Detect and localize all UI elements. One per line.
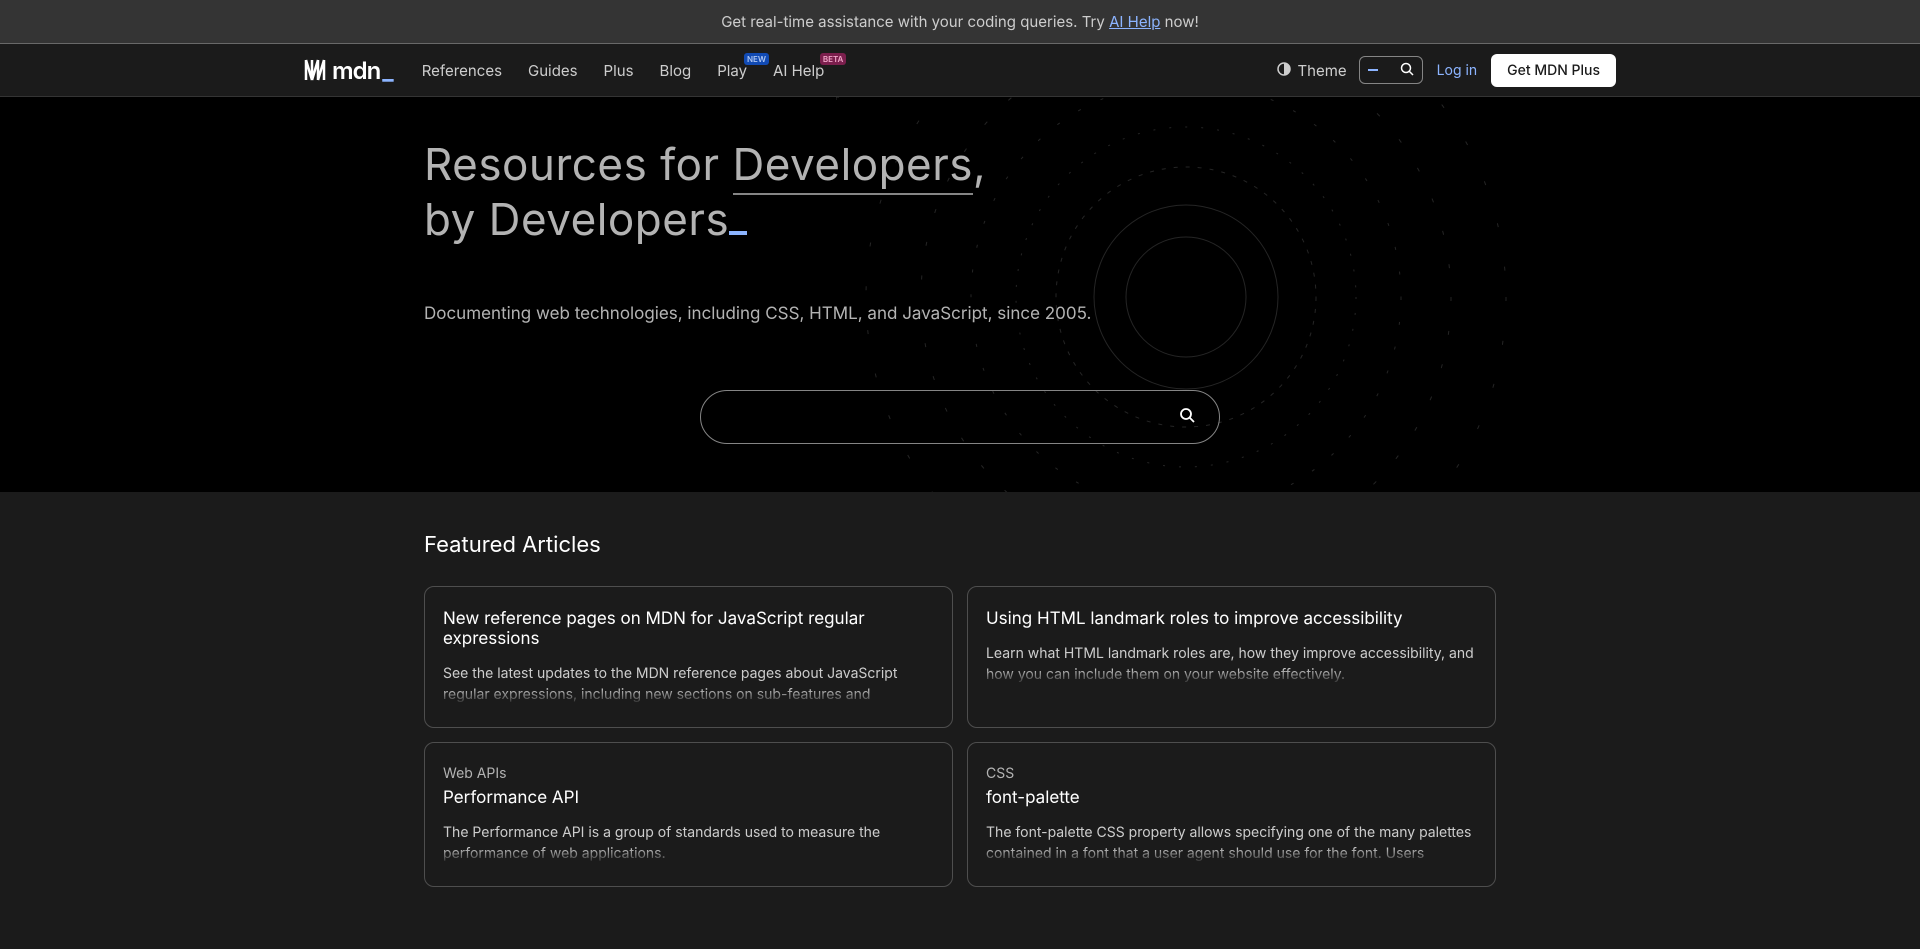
banner-suffix: now! (1160, 12, 1198, 31)
nav-item-play[interactable]: PlayNEW (717, 61, 747, 80)
article-cards-grid: New reference pages on MDN for JavaScrip… (424, 586, 1496, 887)
nav-item-guides[interactable]: Guides (528, 61, 578, 80)
nav-badge: BETA (820, 53, 847, 65)
article-title: Performance API (443, 788, 934, 808)
theme-toggle-button[interactable]: Theme (1277, 61, 1346, 80)
banner-prefix: Get real-time assistance with your codin… (721, 12, 1109, 31)
logo-cursor-icon: _ (382, 56, 393, 85)
article-title: font-palette (986, 788, 1477, 808)
theme-label: Theme (1297, 61, 1346, 80)
header-search-input[interactable] (1359, 56, 1423, 84)
mdn-logo-mark-icon (304, 58, 330, 82)
get-mdn-plus-button[interactable]: Get MDN Plus (1491, 54, 1616, 87)
nav-item-ai-help[interactable]: AI HelpBETA (773, 61, 824, 80)
hero-line1-b: Developers (733, 137, 974, 195)
article-description: Learn what HTML landmark roles are, how … (986, 643, 1477, 685)
hero-section: Resources for Developers, by Developers … (0, 97, 1920, 492)
article-category: CSS (986, 765, 1477, 782)
hero-title: Resources for Developers, by Developers (424, 137, 1496, 248)
search-icon[interactable] (1179, 407, 1195, 427)
main-nav: References Guides Plus Blog PlayNEW AI HelpBE… (422, 61, 825, 80)
article-title: New reference pages on MDN for JavaScrip… (443, 609, 934, 649)
hero-line1-a: Resources for (424, 137, 733, 191)
nav-badge: NEW (744, 53, 769, 65)
nav-item-plus[interactable]: Plus (604, 61, 634, 80)
hero-search-input[interactable] (725, 408, 1179, 426)
article-card[interactable]: CSS font-palette The font-palette CSS prop… (967, 742, 1496, 887)
featured-articles-heading: Featured Articles (424, 532, 1496, 558)
article-title: Using HTML landmark roles to improve acc… (986, 609, 1477, 629)
announcement-banner: Get real-time assistance with your codin… (0, 0, 1920, 44)
banner-link[interactable]: AI Help (1109, 12, 1160, 31)
article-description: See the latest updates to the MDN refere… (443, 663, 934, 705)
hero-cursor-icon (729, 231, 747, 235)
hero-line1-c: , (973, 137, 986, 191)
hero-line2: by Developers (424, 192, 729, 246)
article-description: The Performance API is a group of standa… (443, 822, 934, 864)
search-cursor-icon (1368, 69, 1378, 71)
hero-subtitle: Documenting web technologies, including … (424, 304, 1496, 324)
nav-item-references[interactable]: References (422, 61, 502, 80)
article-category: Web APIs (443, 765, 934, 782)
theme-half-circle-icon (1277, 61, 1291, 80)
article-description: The font-palette CSS property allows spe… (986, 822, 1477, 864)
hero-search[interactable] (700, 390, 1220, 444)
header: mdn _ References Guides Plus Blog PlayNEW AI … (0, 44, 1920, 97)
main-content: Featured Articles New reference pages on… (0, 492, 1920, 927)
logo-text: mdn (332, 56, 380, 85)
mdn-logo[interactable]: mdn _ (304, 56, 394, 85)
nav-item-blog[interactable]: Blog (660, 61, 692, 80)
article-card[interactable]: Using HTML landmark roles to improve acc… (967, 586, 1496, 728)
article-card[interactable]: Web APIs Performance API The Performance A… (424, 742, 953, 887)
search-icon (1400, 60, 1414, 80)
article-card[interactable]: New reference pages on MDN for JavaScrip… (424, 586, 953, 728)
login-link[interactable]: Log in (1437, 62, 1478, 79)
